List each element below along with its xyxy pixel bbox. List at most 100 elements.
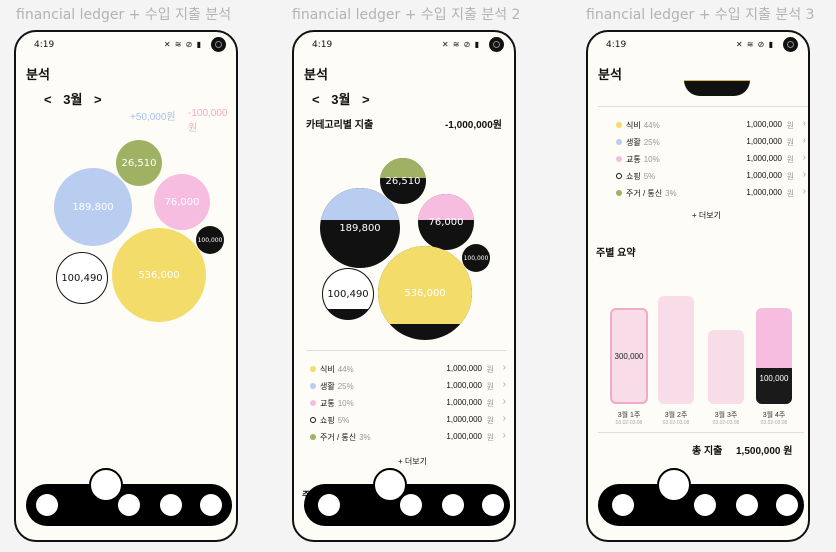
category-row[interactable]: 교통 10% 1,000,000 원 › xyxy=(616,152,806,168)
bubble-label: 189,800 xyxy=(72,201,114,213)
chevron-right-icon: › xyxy=(802,152,806,163)
category-amount: 1,000,000 xyxy=(746,120,782,129)
category-name-wrap: 교통 10% xyxy=(626,154,660,165)
status-icons: ✕ ≋ ⊘ ▮ xyxy=(441,40,480,49)
weekly-bar[interactable]: 300,000 xyxy=(610,308,648,404)
bubble-label: 100,000 xyxy=(197,236,223,244)
bubble-label: 189,800 xyxy=(339,222,381,234)
bubble-shopping[interactable]: 100,490 xyxy=(322,268,374,320)
chevron-right-icon: › xyxy=(502,396,506,407)
bubble-shopping[interactable]: 100,490 xyxy=(56,252,108,304)
bubble-food-partial xyxy=(684,80,750,96)
weekly-bar[interactable]: 100,000 xyxy=(756,308,792,404)
category-row[interactable]: 식비 44% 1,000,000 원 › xyxy=(310,362,506,378)
weekly-bar[interactable] xyxy=(708,330,744,404)
nav-item-4[interactable] xyxy=(442,494,464,516)
bubble-food[interactable]: 536,000 xyxy=(112,228,206,322)
nav-item-5[interactable] xyxy=(200,494,222,516)
category-name-wrap: 주거 / 통신 3% xyxy=(320,432,371,443)
bubble-label: 76,000 xyxy=(428,216,464,228)
category-color-dot xyxy=(616,173,622,179)
bubble-label: 26,510 xyxy=(121,157,157,169)
category-row[interactable]: 식비 44% 1,000,000 원 › xyxy=(616,118,806,134)
week-range: 03.02-03.08 xyxy=(760,420,788,426)
month-selector: < 3월 > xyxy=(40,89,106,108)
category-pct: 10% xyxy=(643,155,660,164)
bubble-food[interactable]: 536,000 xyxy=(378,246,472,340)
nav-center-button[interactable] xyxy=(657,468,691,502)
month-label: 3월 xyxy=(63,92,83,107)
category-unit: 원 xyxy=(786,189,794,198)
nav-center-button[interactable] xyxy=(373,468,407,502)
more-button[interactable]: + 더보기 xyxy=(398,456,427,467)
category-name: 식비 xyxy=(320,365,335,374)
category-row[interactable]: 주거 / 통신 3% 1,000,000 원 › xyxy=(616,186,806,202)
category-name: 교통 xyxy=(320,399,335,408)
chevron-right-icon: › xyxy=(802,186,806,197)
phone-screen-bubble-overview: 4:19 ✕ ≋ ⊘ ▮ 분석 < 3월 > +50,000원 -100,000… xyxy=(14,30,238,542)
category-amount: 1,000,000 xyxy=(746,188,782,197)
month-next-button[interactable]: > xyxy=(94,92,102,107)
bubble-housing[interactable]: 26,510 xyxy=(116,140,162,186)
month-prev-button[interactable]: < xyxy=(312,92,320,107)
category-unit: 원 xyxy=(786,138,794,147)
weekly-total-label: 총 지출 xyxy=(692,446,723,457)
nav-item-1[interactable] xyxy=(318,494,340,516)
category-row[interactable]: 생활 25% 1,000,000 원 › xyxy=(310,379,506,395)
category-row[interactable]: 쇼핑 5% 1,000,000 원 › xyxy=(310,413,506,429)
divider xyxy=(598,106,808,107)
bubble-transport[interactable]: 76,000 xyxy=(154,174,210,230)
month-prev-button[interactable]: < xyxy=(44,92,52,107)
category-color-dot xyxy=(310,400,316,406)
page-title: 분석 xyxy=(304,67,328,82)
category-row[interactable]: 주거 / 통신 3% 1,000,000 원 › xyxy=(310,430,506,446)
nav-item-3[interactable] xyxy=(694,494,716,516)
more-button[interactable]: + 더보기 xyxy=(692,210,721,221)
nav-item-3[interactable] xyxy=(400,494,422,516)
weekly-section-title: 주별 요약 xyxy=(596,248,636,259)
category-row[interactable]: 생활 25% 1,000,000 원 › xyxy=(616,135,806,151)
bubble-transport[interactable]: 76,000 xyxy=(418,194,474,250)
month-next-button[interactable]: > xyxy=(362,92,370,107)
nav-item-1[interactable] xyxy=(36,494,58,516)
nav-item-4[interactable] xyxy=(736,494,758,516)
chevron-right-icon: › xyxy=(802,118,806,129)
bubble-other[interactable]: 100,000 xyxy=(196,226,224,254)
category-name: 주거 / 통신 xyxy=(626,189,663,198)
category-amount: 1,000,000 xyxy=(446,415,482,424)
nav-item-4[interactable] xyxy=(160,494,182,516)
category-row[interactable]: 쇼핑 5% 1,000,000 원 › xyxy=(616,169,806,185)
week-range: 03.02-03.08 xyxy=(662,420,690,426)
page-title: 분석 xyxy=(26,67,50,82)
bubble-label: 536,000 xyxy=(138,269,180,281)
nav-item-5[interactable] xyxy=(482,494,504,516)
category-pct: 5% xyxy=(337,416,350,425)
category-name: 생활 xyxy=(626,138,641,147)
phone-screen-weekly: 4:19 ✕ ≋ ⊘ ▮ 분석 식비 44% 1,000,000 원 › 생활 25… xyxy=(586,30,810,542)
nav-item-5[interactable] xyxy=(776,494,798,516)
category-color-dot xyxy=(616,190,622,196)
category-unit: 원 xyxy=(486,416,494,425)
category-name-wrap: 식비 44% xyxy=(626,120,660,131)
category-pct: 44% xyxy=(643,121,660,130)
category-name-wrap: 교통 10% xyxy=(320,398,354,409)
bubble-label: 100,000 xyxy=(463,254,489,262)
nav-item-1[interactable] xyxy=(612,494,634,516)
bubble-living[interactable]: 189,800 xyxy=(54,168,132,246)
category-name: 쇼핑 xyxy=(626,172,641,181)
category-name: 생활 xyxy=(320,382,335,391)
category-amount: 1,000,000 xyxy=(446,364,482,373)
weekly-total-value: 1,500,000 원 xyxy=(736,446,793,457)
camera-icon xyxy=(211,37,226,52)
category-name-wrap: 주거 / 통신 3% xyxy=(626,188,677,199)
bubble-label: 100,490 xyxy=(327,288,369,300)
category-pct: 3% xyxy=(359,433,371,442)
camera-icon xyxy=(489,37,504,52)
nav-item-3[interactable] xyxy=(118,494,140,516)
category-row[interactable]: 교통 10% 1,000,000 원 › xyxy=(310,396,506,412)
weekly-bar[interactable] xyxy=(658,296,694,404)
nav-center-button[interactable] xyxy=(89,468,123,502)
category-name-wrap: 쇼핑 5% xyxy=(320,415,349,426)
frame-label-2: financial ledger + 수입 지출 분석 2 xyxy=(292,7,521,23)
category-section-amount: -1,000,000원 xyxy=(444,120,502,131)
